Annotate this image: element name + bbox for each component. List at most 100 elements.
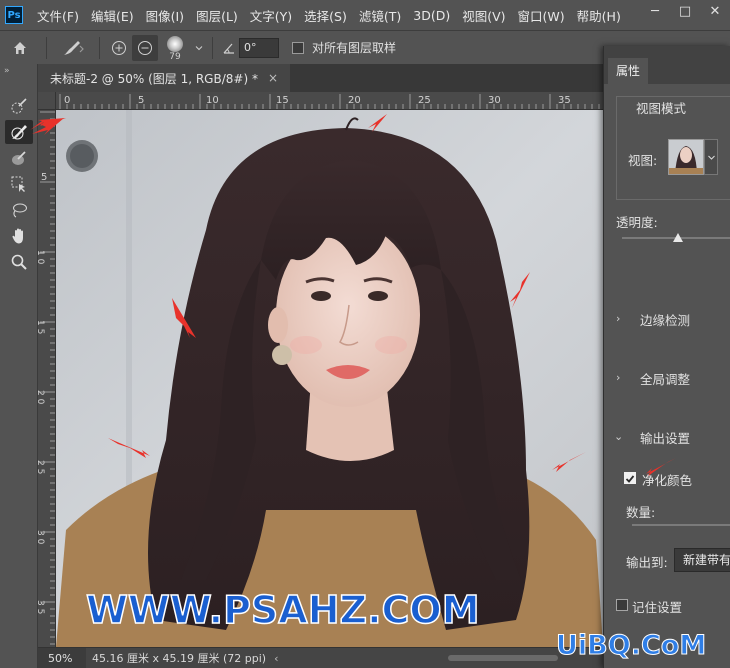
menu-type[interactable]: 文字(Y) — [244, 6, 298, 25]
brush-tip-icon — [167, 35, 183, 52]
ruler-label: 0 — [64, 95, 70, 106]
brand-watermark: UiBQ.CoM — [555, 630, 707, 662]
refine-edge-brush-icon — [11, 98, 27, 114]
remember-settings-checkbox[interactable] — [616, 599, 628, 611]
remember-settings-label: 记住设置 — [632, 600, 683, 615]
close-tab-icon[interactable]: × — [268, 71, 278, 85]
sample-all-layers-label: 对所有图层取样 — [312, 41, 397, 55]
minimize-button[interactable]: ─ — [640, 0, 670, 22]
angle-icon — [223, 43, 234, 54]
hand-tool[interactable] — [5, 224, 33, 248]
refine-brush-preset-icon — [64, 40, 84, 55]
menu-select[interactable]: 选择(S) — [298, 6, 353, 25]
chevron-right-icon[interactable]: › — [616, 312, 620, 325]
menu-help[interactable]: 帮助(H) — [571, 6, 627, 25]
decontaminate-colors-checkbox[interactable] — [624, 472, 636, 484]
view-mode-thumbnail[interactable] — [668, 139, 704, 175]
object-selection-tool[interactable] — [5, 146, 33, 170]
menu-view[interactable]: 视图(V) — [456, 6, 511, 25]
ruler-label: 2 0 — [38, 390, 45, 405]
sample-all-layers-checkbox[interactable] — [292, 41, 304, 54]
angle-input[interactable]: 0° — [239, 37, 279, 58]
document-size-info[interactable]: 45.16 厘米 x 45.19 厘米 (72 ppi) — [86, 650, 266, 666]
status-bar: 50% 45.16 厘米 x 45.19 厘米 (72 ppi) ‹ — [38, 647, 603, 668]
ruler-horizontal-ticks: 0 5 10 15 20 25 30 35 — [59, 94, 600, 109]
zoom-icon — [11, 254, 27, 270]
chevron-right-icon[interactable]: › — [616, 371, 620, 384]
tools-panel: » — [0, 64, 38, 668]
menu-filter[interactable]: 滤镜(T) — [353, 6, 407, 25]
transparency-slider-thumb[interactable] — [673, 233, 683, 242]
tab-properties[interactable]: 属性 — [608, 58, 649, 84]
document-tab-bar: 未标题-2 @ 50% (图层 1, RGB/8#) * × — [38, 64, 603, 92]
brush-size-picker[interactable]: 79 — [158, 31, 192, 65]
portrait-photo — [56, 110, 603, 647]
document-canvas[interactable] — [56, 110, 603, 647]
lasso-icon — [13, 203, 27, 218]
ruler-label: 35 — [558, 95, 571, 106]
ruler-label: 2 5 — [38, 460, 45, 474]
ruler-corner[interactable] — [38, 92, 56, 110]
ruler-label: 30 — [488, 95, 501, 106]
brush-icon — [11, 125, 27, 140]
selection-box-icon — [11, 176, 25, 192]
angle-label — [219, 31, 239, 65]
status-menu-arrow-icon[interactable]: ‹ — [274, 652, 278, 665]
sample-all-layers-checkbox-wrap — [289, 31, 307, 65]
site-watermark: WWW.PSAHZ.COM — [85, 587, 480, 633]
expand-detection-button[interactable] — [106, 31, 132, 65]
ruler-label: 20 — [348, 95, 361, 106]
plus-circle-icon — [112, 40, 126, 55]
zoom-level-field[interactable]: 50% — [38, 647, 86, 668]
amount-slider[interactable] — [632, 524, 730, 526]
view-label: 视图: — [628, 153, 658, 168]
menu-file[interactable]: 文件(F) — [31, 6, 85, 25]
maximize-button[interactable]: □ — [670, 0, 700, 22]
ruler-label: 25 — [418, 95, 431, 106]
ruler-horizontal[interactable]: 0 5 10 15 20 25 30 35 — [56, 92, 603, 110]
section-output-settings[interactable]: 输出设置 — [640, 428, 690, 447]
erase-refinements-button[interactable] — [132, 34, 158, 61]
amount-label: 数量: — [626, 505, 656, 520]
menu-3d[interactable]: 3D(D) — [407, 8, 456, 23]
chevron-down-icon — [707, 155, 715, 160]
options-separator — [46, 36, 47, 59]
output-to-label: 输出到: — [626, 555, 668, 570]
section-edge-detection[interactable]: 边缘检测 — [640, 310, 690, 329]
chevron-down-icon — [195, 45, 203, 50]
close-window-button[interactable]: ✕ — [700, 0, 730, 22]
quick-selection-tool[interactable] — [5, 172, 33, 196]
menu-edit[interactable]: 编辑(E) — [85, 6, 140, 25]
decontaminate-colors-label: 净化颜色 — [642, 473, 693, 488]
properties-panel-header: 属性 — [604, 46, 730, 84]
horizontal-scrollbar[interactable] — [448, 655, 558, 661]
section-global-refine[interactable]: 全局调整 — [640, 369, 690, 388]
view-mode-dropdown[interactable] — [704, 139, 718, 175]
zoom-tool[interactable] — [5, 250, 33, 274]
menu-window[interactable]: 窗口(W) — [512, 6, 571, 25]
transparency-label: 透明度: — [616, 215, 658, 230]
output-to-select[interactable]: 新建带有图层蒙版的图层 — [674, 548, 730, 572]
chevron-down-icon[interactable]: ⌄ — [614, 430, 623, 443]
brush-size-value: 79 — [169, 51, 181, 62]
refine-edge-brush-tool[interactable] — [5, 94, 33, 118]
toolbar-collapse-icon[interactable]: » — [4, 66, 10, 76]
view-mode-title: 视图模式 — [632, 98, 691, 117]
ruler-label: 3 5 — [38, 600, 45, 614]
document-tab[interactable]: 未标题-2 @ 50% (图层 1, RGB/8#) * × — [38, 64, 291, 92]
brush-tool[interactable] — [5, 120, 33, 144]
ruler-label: 3 0 — [38, 530, 45, 545]
ruler-label: 15 — [276, 95, 289, 106]
brush-size-dropdown[interactable] — [192, 31, 206, 65]
checkmark-icon — [625, 475, 635, 483]
menu-layer[interactable]: 图层(L) — [190, 6, 244, 25]
photoshop-logo-icon[interactable]: Ps — [5, 6, 23, 24]
menu-image[interactable]: 图像(I) — [140, 6, 190, 25]
lasso-tool[interactable] — [5, 198, 33, 222]
ruler-vertical[interactable]: 5 1 0 1 5 2 0 2 5 3 0 3 5 — [38, 110, 56, 647]
tool-preset-picker[interactable] — [53, 31, 93, 65]
home-button[interactable] — [0, 31, 40, 65]
ruler-label: 5 — [138, 95, 144, 106]
properties-panel: 属性 视图模式 视图: 透明度: › 边缘检测 › 全局调整 ⌄ 输出设置 净化… — [603, 46, 730, 668]
photoshop-window: Ps 文件(F) 编辑(E) 图像(I) 图层(L) 文字(Y) 选择(S) 滤… — [0, 0, 730, 668]
